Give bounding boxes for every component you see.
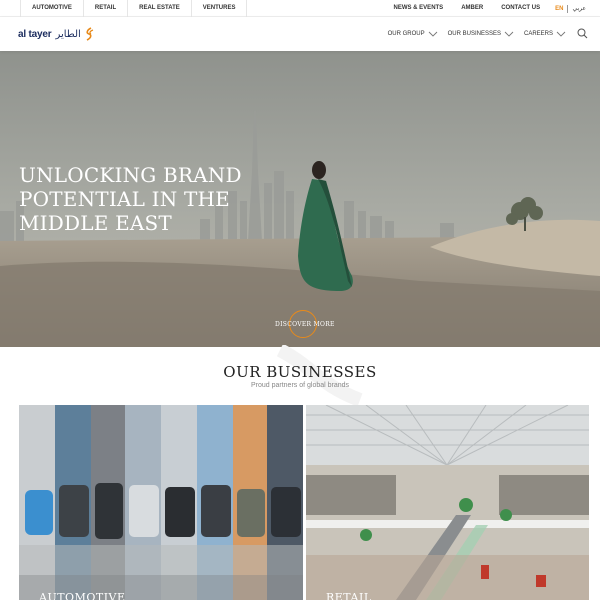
utility-bar: AUTOMOTIVE RETAIL REAL ESTATE VENTURES N… — [0, 0, 600, 17]
business-card-automotive[interactable]: AUTOMOTIVE — [19, 405, 303, 600]
nav-item-label: OUR GROUP — [387, 31, 425, 37]
discover-more-link[interactable]: DISCOVER MORE — [275, 321, 335, 328]
business-card-retail[interactable]: RETAIL — [306, 405, 589, 600]
nav-item-label: OUR BUSINESSES — [447, 31, 501, 37]
chevron-down-icon — [428, 31, 437, 37]
utility-link-real-estate[interactable]: REAL ESTATE — [128, 0, 192, 17]
nav-item-careers[interactable]: CAREERS — [524, 31, 566, 37]
automotive-image — [19, 405, 303, 600]
hero-banner: UNLOCKING BRAND POTENTIAL IN THE MIDDLE … — [0, 51, 600, 347]
card-label: RETAIL — [326, 591, 372, 600]
language-ar-link[interactable]: عربي — [568, 0, 586, 17]
company-logo[interactable]: al tayer الطاير — [18, 25, 94, 43]
section-subtitle: Proud partners of global brands — [250, 382, 350, 389]
language-en-link[interactable]: EN — [549, 4, 569, 13]
logo-latin-text: al tayer — [18, 28, 52, 40]
main-nav: al tayer الطاير OUR GROUP OUR BUSINESSES… — [0, 17, 600, 51]
utility-link-retail[interactable]: RETAIL — [84, 0, 129, 17]
utility-link-amber[interactable]: AMBER — [452, 0, 492, 17]
chevron-down-icon — [556, 31, 566, 37]
utility-link-automotive[interactable]: AUTOMOTIVE — [20, 0, 84, 17]
primary-nav: OUR GROUP OUR BUSINESSES CAREERS — [378, 17, 566, 51]
card-label: AUTOMOTIVE — [39, 591, 126, 600]
logo-arabic-text: الطاير — [55, 28, 81, 40]
nav-item-our-group[interactable]: OUR GROUP — [388, 31, 438, 37]
utility-link-ventures[interactable]: VENTURES — [192, 0, 248, 17]
utility-link-news-events[interactable]: NEWS & EVENTS — [385, 0, 453, 17]
utility-link-contact-us[interactable]: CONTACT US — [492, 0, 549, 17]
logo-mark-icon — [86, 27, 94, 41]
search-icon[interactable] — [577, 28, 588, 39]
utility-nav-left: AUTOMOTIVE RETAIL REAL ESTATE VENTURES — [20, 0, 248, 17]
utility-nav-right: NEWS & EVENTS AMBER CONTACT US EN عربي — [385, 0, 586, 17]
nav-item-our-businesses[interactable]: OUR BUSINESSES — [448, 31, 514, 37]
hero-title: UNLOCKING BRAND POTENTIAL IN THE MIDDLE … — [19, 163, 242, 235]
retail-image — [306, 405, 589, 600]
chevron-down-icon — [504, 31, 514, 37]
section-title: OUR BUSINESSES — [223, 363, 377, 381]
nav-item-label: CAREERS — [523, 31, 553, 37]
